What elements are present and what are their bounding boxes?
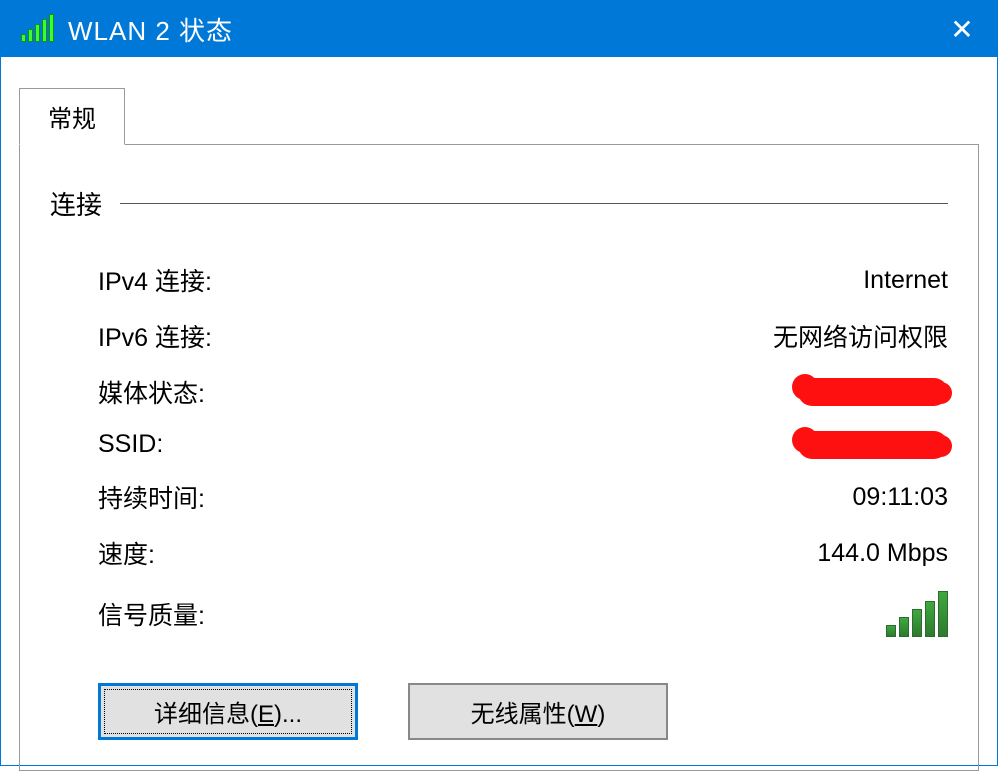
wireless-props-pre: 无线属性( bbox=[471, 701, 575, 728]
details-button-pre: 详细信息( bbox=[154, 701, 258, 728]
signal-quality-value bbox=[886, 591, 948, 637]
content-area: 常规 连接 IPv4 连接: Internet IPv6 连接: 无网络访问权限… bbox=[1, 57, 997, 771]
field-row-duration: 持续时间: 09:11:03 bbox=[50, 469, 948, 525]
media-state-label: 媒体状态: bbox=[98, 374, 205, 410]
ipv4-label: IPv4 连接: bbox=[98, 262, 212, 298]
field-row-ipv4: IPv4 连接: Internet bbox=[50, 252, 948, 308]
duration-value: 09:11:03 bbox=[853, 483, 948, 512]
speed-value: 144.0 Mbps bbox=[817, 539, 948, 568]
titlebar-left: WLAN 2 状态 bbox=[21, 11, 233, 48]
speed-label: 速度: bbox=[98, 535, 155, 571]
field-row-signal-quality: 信号质量: bbox=[50, 581, 948, 647]
signal-quality-bars-icon bbox=[886, 591, 948, 637]
field-row-ssid: SSID: bbox=[50, 420, 948, 469]
wireless-properties-button[interactable]: 无线属性(W) bbox=[408, 683, 668, 740]
button-row: 详细信息(E)... 无线属性(W) bbox=[50, 647, 948, 740]
ssid-label: SSID: bbox=[98, 430, 163, 459]
details-button[interactable]: 详细信息(E)... bbox=[98, 683, 358, 740]
signal-quality-label: 信号质量: bbox=[98, 596, 205, 632]
section-header-connection: 连接 bbox=[50, 185, 948, 222]
ssid-value bbox=[798, 431, 948, 459]
redacted-value bbox=[798, 378, 948, 406]
details-button-post: )... bbox=[274, 701, 302, 728]
media-state-value bbox=[798, 378, 948, 406]
duration-label: 持续时间: bbox=[98, 479, 205, 515]
tab-panel-general: 连接 IPv4 连接: Internet IPv6 连接: 无网络访问权限 媒体… bbox=[19, 144, 979, 771]
ipv6-label: IPv6 连接: bbox=[98, 318, 212, 354]
tab-strip: 常规 bbox=[19, 87, 979, 144]
field-row-ipv6: IPv6 连接: 无网络访问权限 bbox=[50, 308, 948, 364]
section-title-connection: 连接 bbox=[50, 185, 120, 222]
field-row-media-state: 媒体状态: bbox=[50, 364, 948, 420]
wlan-status-window: WLAN 2 状态 ✕ 常规 连接 IPv4 连接: Internet IPv6… bbox=[0, 0, 998, 766]
close-button[interactable]: ✕ bbox=[937, 4, 987, 54]
wireless-props-post: ) bbox=[597, 701, 605, 728]
ipv4-value: Internet bbox=[863, 266, 948, 295]
section-divider bbox=[120, 203, 948, 204]
wireless-props-key: W bbox=[575, 701, 598, 728]
close-icon: ✕ bbox=[950, 13, 973, 46]
field-row-speed: 速度: 144.0 Mbps bbox=[50, 525, 948, 581]
window-title: WLAN 2 状态 bbox=[68, 11, 233, 48]
ipv6-value: 无网络访问权限 bbox=[773, 318, 948, 354]
details-button-key: E bbox=[258, 701, 274, 728]
tab-general[interactable]: 常规 bbox=[19, 88, 125, 145]
redacted-value bbox=[798, 431, 948, 459]
signal-strength-icon bbox=[21, 16, 54, 42]
titlebar: WLAN 2 状态 ✕ bbox=[1, 1, 997, 57]
